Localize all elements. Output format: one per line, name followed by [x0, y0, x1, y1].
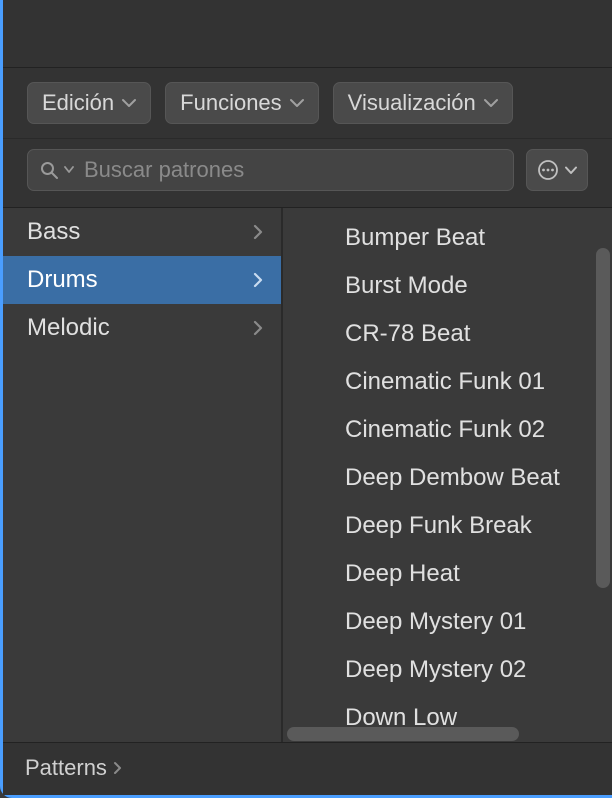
pattern-item[interactable]: CR-78 Beat	[333, 310, 612, 358]
chevron-right-icon	[113, 761, 122, 775]
chevron-down-icon	[290, 98, 304, 108]
category-item-bass[interactable]: Bass	[3, 208, 281, 256]
pattern-column: Bumper Beat Burst Mode CR-78 Beat Cinema…	[283, 208, 612, 742]
chevron-down-icon	[565, 166, 577, 175]
pattern-item[interactable]: Cinematic Funk 02	[333, 406, 612, 454]
pattern-item[interactable]: Cinematic Funk 01	[333, 358, 612, 406]
pattern-list: Bumper Beat Burst Mode CR-78 Beat Cinema…	[283, 208, 612, 742]
category-column: Bass Drums Melodic	[3, 208, 283, 742]
horizontal-scrollbar-thumb[interactable]	[287, 727, 519, 741]
search-input[interactable]	[84, 157, 501, 183]
category-item-melodic[interactable]: Melodic	[3, 304, 281, 352]
chevron-down-icon	[122, 98, 136, 108]
pattern-item[interactable]: Deep Mystery 01	[333, 598, 612, 646]
edit-menu-label: Edición	[42, 90, 114, 116]
category-item-drums[interactable]: Drums	[3, 256, 281, 304]
chevron-down-icon	[484, 98, 498, 108]
edit-menu[interactable]: Edición	[27, 82, 151, 124]
more-icon	[537, 159, 559, 181]
view-menu-label: Visualización	[348, 90, 476, 116]
menu-bar: Edición Funciones Visualización	[3, 68, 612, 139]
search-filter-chevron-icon[interactable]	[64, 166, 74, 174]
pattern-item[interactable]: Bumper Beat	[333, 214, 612, 262]
vertical-scrollbar[interactable]	[596, 248, 610, 588]
category-label: Bass	[27, 218, 80, 246]
chevron-right-icon	[253, 320, 263, 336]
category-label: Melodic	[27, 314, 110, 342]
breadcrumb-root[interactable]: Patterns	[25, 755, 107, 781]
pattern-item[interactable]: Deep Mystery 02	[333, 646, 612, 694]
search-icon	[40, 161, 58, 179]
browser-columns: Bass Drums Melodic Bumper Beat	[3, 208, 612, 742]
search-row	[3, 139, 612, 208]
functions-menu-label: Funciones	[180, 90, 282, 116]
pattern-item[interactable]: Deep Dembow Beat	[333, 454, 612, 502]
category-label: Drums	[27, 266, 98, 294]
search-box[interactable]	[27, 149, 514, 191]
pattern-browser-panel: Edición Funciones Visualización	[3, 0, 612, 795]
more-options-button[interactable]	[526, 149, 588, 191]
title-bar-spacer	[3, 0, 612, 68]
chevron-right-icon	[253, 224, 263, 240]
view-menu[interactable]: Visualización	[333, 82, 513, 124]
pattern-item[interactable]: Deep Funk Break	[333, 502, 612, 550]
chevron-right-icon	[253, 272, 263, 288]
horizontal-scrollbar-track[interactable]	[285, 726, 594, 742]
breadcrumb: Patterns	[3, 742, 612, 795]
pattern-item[interactable]: Deep Heat	[333, 550, 612, 598]
pattern-item[interactable]: Burst Mode	[333, 262, 612, 310]
functions-menu[interactable]: Funciones	[165, 82, 319, 124]
